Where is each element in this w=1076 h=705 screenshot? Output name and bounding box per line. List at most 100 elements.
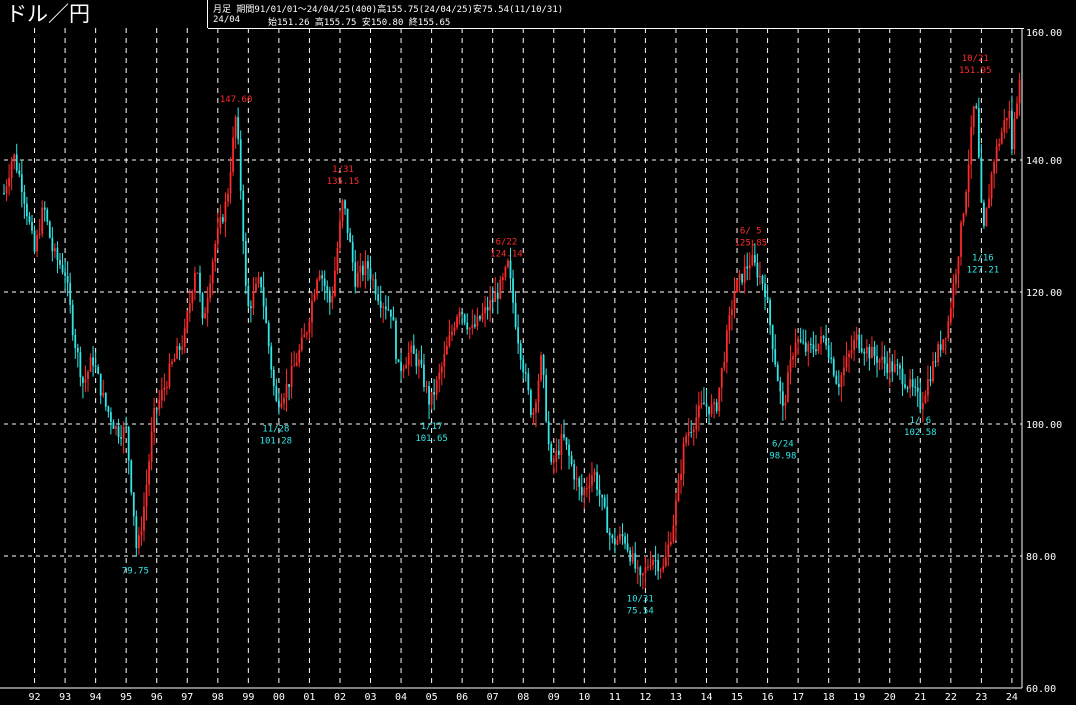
- candle-body: [209, 283, 212, 299]
- candle-body: [499, 279, 502, 299]
- candle-body: [453, 327, 456, 332]
- x-tick-label: 92: [29, 692, 41, 703]
- candle-body: [397, 359, 400, 363]
- candle-body: [883, 356, 886, 364]
- candle-body: [336, 248, 339, 271]
- candle-body: [654, 560, 657, 562]
- candle-body: [158, 400, 161, 410]
- candle-body: [323, 278, 326, 287]
- candle-body: [555, 450, 558, 462]
- candle-body: [61, 264, 64, 273]
- candle-body: [611, 535, 614, 539]
- candle-body: [272, 369, 275, 387]
- candle-body: [206, 298, 209, 314]
- candle-body: [876, 356, 878, 363]
- candle-body: [629, 550, 632, 562]
- candle-body: [216, 227, 219, 245]
- candle-body: [789, 359, 792, 373]
- candle-body: [143, 506, 145, 531]
- high-value-label: 124.14: [490, 250, 523, 260]
- candle-body: [1005, 118, 1008, 121]
- candle-body: [830, 357, 833, 359]
- candle-body: [662, 566, 665, 571]
- x-tick-label: 24: [1006, 692, 1018, 703]
- candle-body: [929, 379, 932, 382]
- candle-body: [939, 344, 942, 350]
- candle-body: [697, 405, 700, 418]
- candle-body: [364, 261, 367, 276]
- candle-body: [809, 343, 812, 345]
- candle-body: [132, 492, 135, 517]
- candle-body: [504, 266, 507, 278]
- candle-body: [853, 340, 856, 351]
- candle-body: [66, 275, 69, 283]
- annotations: 147.60 1/31 135.15 6/22 124.14 6/ 5 125.85 10/2…: [122, 54, 999, 616]
- candle-body: [473, 324, 476, 327]
- candle-body: [176, 346, 178, 359]
- candle-body: [993, 162, 995, 174]
- candle-body: [588, 485, 591, 488]
- x-tick-label: 20: [884, 692, 896, 703]
- candle-body: [430, 392, 433, 405]
- candle-body: [906, 387, 909, 389]
- candle-body: [723, 362, 726, 368]
- candle-body: [339, 221, 341, 249]
- x-tick-label: 93: [59, 692, 71, 703]
- candle-body: [573, 464, 576, 480]
- candle-body: [458, 311, 461, 317]
- candle-body: [904, 384, 906, 388]
- candle-body: [183, 328, 186, 348]
- x-tick-label: 23: [975, 692, 987, 703]
- x-tick-label: 11: [609, 692, 621, 703]
- candle-body: [636, 567, 639, 569]
- low-value-label: 98.98: [769, 452, 796, 462]
- candle-body: [980, 157, 983, 203]
- candle-body: [708, 406, 710, 415]
- low-date-label: 1/ 6: [909, 416, 931, 426]
- candle-body: [10, 161, 13, 178]
- candle-body: [74, 335, 77, 349]
- candle-body: [855, 334, 858, 341]
- candle-body: [145, 484, 148, 507]
- candle-body: [972, 106, 975, 128]
- x-tick-label: 16: [762, 692, 774, 703]
- candle-body: [580, 486, 583, 496]
- candle-body: [110, 412, 112, 422]
- candle-body: [125, 426, 128, 428]
- candlestick-chart: 147.60 1/31 135.15 6/22 124.14 6/ 5 125.85 10/2…: [0, 28, 1062, 703]
- candle-body: [249, 306, 252, 308]
- candle-body: [102, 392, 105, 396]
- candle-body: [443, 354, 446, 367]
- candle-body: [557, 450, 560, 455]
- candle-body: [405, 364, 408, 369]
- candle-body: [79, 352, 82, 378]
- candle-body: [1008, 110, 1011, 119]
- candle-body: [316, 279, 318, 295]
- candle-body: [242, 190, 245, 242]
- low-value-label: 127.21: [967, 265, 1000, 275]
- candle-body: [138, 535, 140, 549]
- candle-body: [616, 539, 619, 545]
- candle-body: [746, 266, 749, 269]
- candle-body: [351, 242, 354, 263]
- candle-body: [295, 362, 298, 366]
- x-tick-label: 06: [456, 692, 468, 703]
- candle-body: [194, 273, 196, 293]
- candle-body: [227, 193, 229, 202]
- y-tick-label: 60.00: [1026, 684, 1056, 695]
- candle-body: [692, 429, 695, 433]
- candle-body: [858, 334, 861, 349]
- candle-body: [667, 544, 670, 557]
- candle-body: [321, 275, 324, 279]
- candle-body: [481, 313, 484, 320]
- candle-body: [621, 533, 624, 537]
- candle-body: [759, 275, 761, 278]
- candle-body: [687, 432, 690, 437]
- candle-body: [932, 361, 934, 382]
- candle-body: [1000, 132, 1003, 144]
- candle-body: [148, 461, 150, 485]
- candle-body: [196, 272, 199, 274]
- candle-body: [84, 379, 87, 383]
- low-value-label: 102.58: [904, 428, 937, 438]
- x-tick-label: 96: [151, 692, 163, 703]
